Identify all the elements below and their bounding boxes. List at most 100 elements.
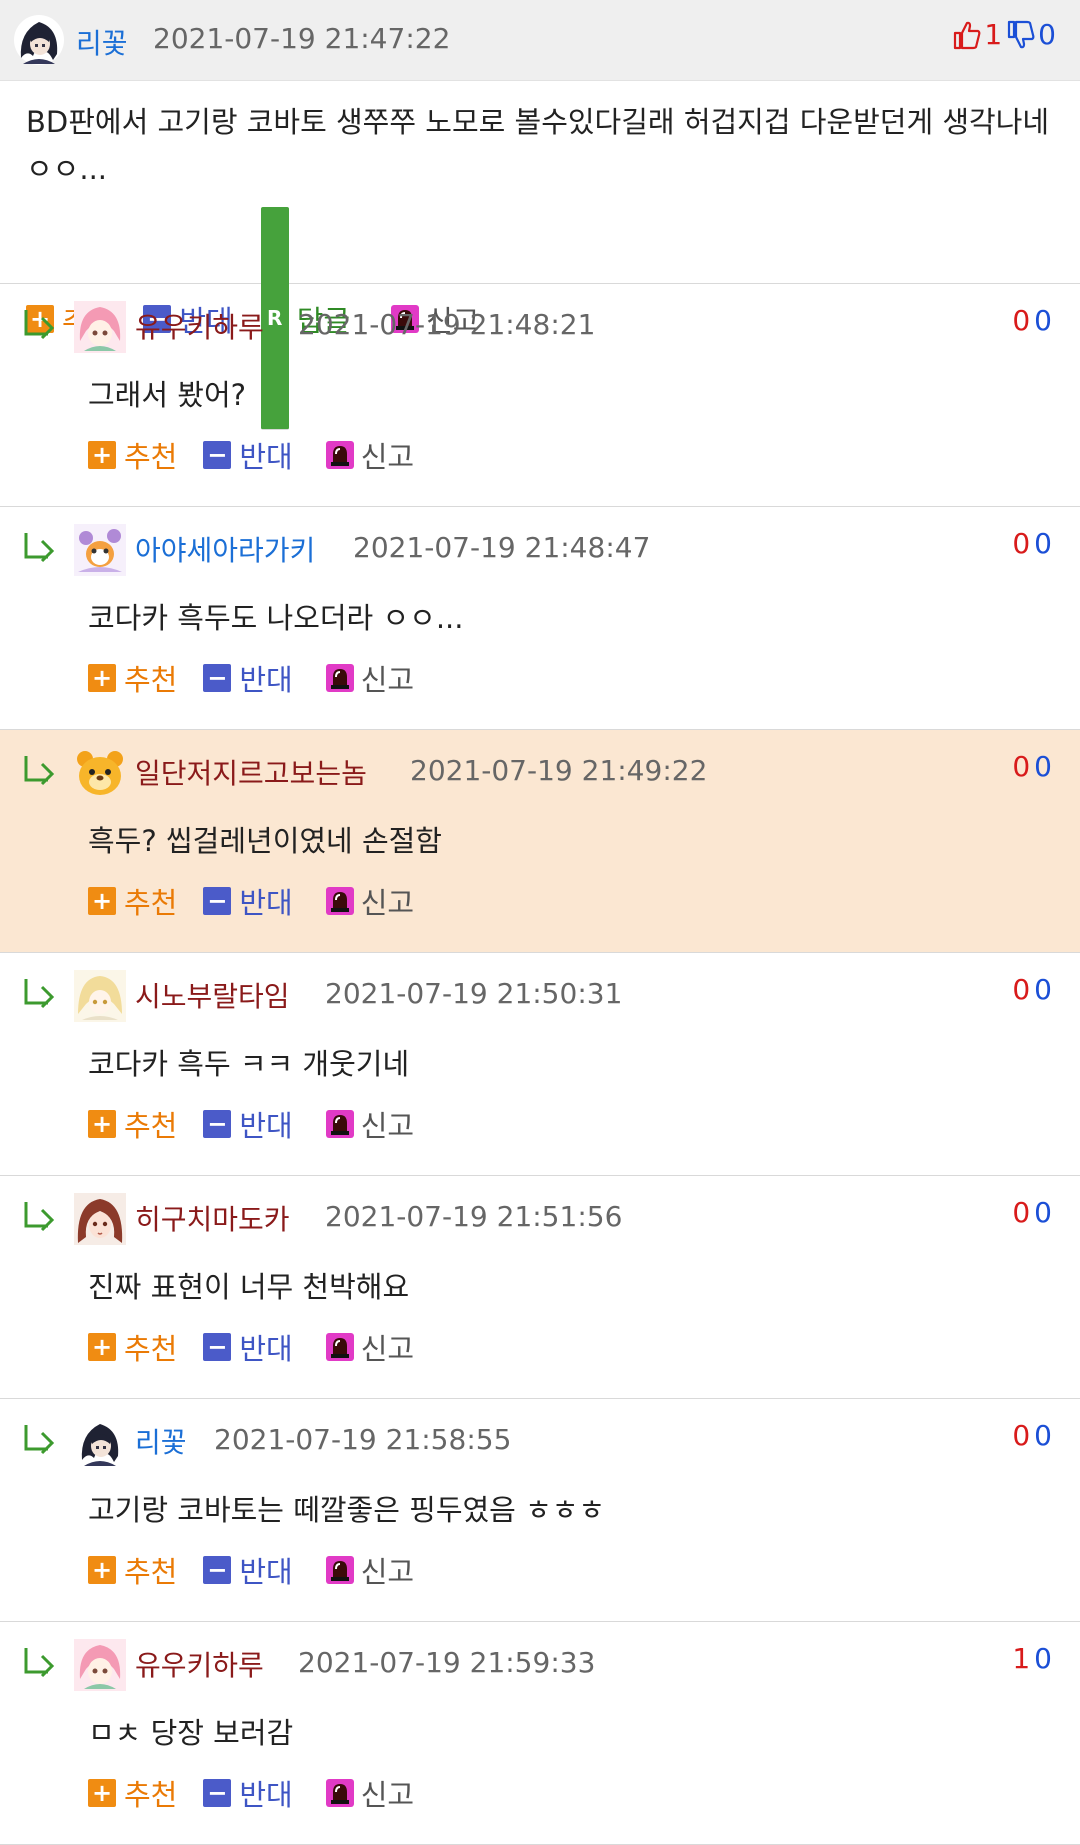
avatar-higuchi-madoka[interactable] — [74, 1193, 126, 1245]
reply-item: 아야세아라가키 2021-07-19 21:48:47 00 코다카 흑두도 나… — [0, 507, 1080, 730]
avatar-riggot[interactable] — [74, 1416, 126, 1468]
reply-nick[interactable]: 유우키하루 — [135, 306, 264, 346]
reply-text: 코다카 흑두도 나오더라 ㅇㅇ... — [88, 601, 464, 635]
siren-icon — [325, 1779, 354, 1807]
minus-icon: − — [203, 441, 232, 469]
reply-down-count: 0 — [1034, 304, 1056, 337]
reply-date: 2021-07-19 21:50:31 — [325, 977, 623, 1010]
reply-arrow-icon — [24, 1425, 55, 1455]
main-comment-actions: + 추천 − 반대 R 답글 — [0, 193, 1080, 430]
reply-actions: + 추천 − 반대 신고 — [88, 657, 440, 699]
main-down-count: 0 — [1038, 18, 1056, 51]
recommend-button[interactable]: + 추천 — [88, 880, 177, 922]
oppose-button[interactable]: − 반대 — [203, 1326, 293, 1368]
reply-text: 코다카 흑두 ㅋㅋ 개웃기네 — [88, 1047, 410, 1081]
reply-actions: + 추천 − 반대 신고 — [88, 434, 440, 476]
plus-icon: + — [88, 1110, 116, 1138]
reply-score: 10 — [1012, 1642, 1056, 1675]
report-button[interactable]: 신고 — [325, 1103, 414, 1145]
report-button[interactable]: 신고 — [325, 657, 414, 699]
oppose-button[interactable]: − 반대 — [203, 434, 293, 476]
oppose-button[interactable]: − 반대 — [203, 1549, 293, 1591]
oppose-button[interactable]: − 반대 — [203, 657, 293, 699]
reply-text: 진짜 표현이 너무 천박해요 — [88, 1270, 410, 1304]
reply-actions: + 추천 − 반대 신고 — [88, 880, 440, 922]
avatar-yuuki-haru[interactable] — [74, 1639, 126, 1691]
reply-down-count: 0 — [1034, 750, 1056, 783]
main-comment: 리꽃 2021-07-19 21:47:22 1 0 BD판에서 고기랑 코바토… — [0, 0, 1080, 430]
reply-nick[interactable]: 시노부랄타임 — [135, 975, 290, 1015]
reply-date: 2021-07-19 21:49:22 — [410, 754, 708, 787]
avatar-bear[interactable] — [74, 747, 126, 799]
reply-item: 시노부랄타임 2021-07-19 21:50:31 00 코다카 흑두 ㅋㅋ … — [0, 953, 1080, 1176]
reply-text: 고기랑 코바토는 떼깔좋은 핑두였음 ㅎㅎㅎ — [88, 1493, 606, 1527]
reply-score: 00 — [1012, 1419, 1056, 1452]
reply-date: 2021-07-19 21:59:33 — [298, 1646, 596, 1679]
reply-up-count: 0 — [1012, 750, 1035, 783]
reply-score: 00 — [1012, 750, 1056, 783]
plus-icon: + — [88, 1333, 116, 1361]
report-button[interactable]: 신고 — [325, 880, 414, 922]
oppose-button[interactable]: − 반대 — [203, 880, 293, 922]
reply-date: 2021-07-19 21:58:55 — [214, 1423, 512, 1456]
report-button[interactable]: 신고 — [325, 1326, 414, 1368]
minus-icon: − — [203, 1779, 232, 1807]
thumbs-down-icon[interactable] — [1006, 19, 1036, 51]
recommend-button[interactable]: + 추천 — [88, 1772, 177, 1814]
minus-icon: − — [203, 664, 232, 692]
reply-actions: + 추천 − 반대 신고 — [88, 1772, 440, 1814]
siren-icon — [325, 441, 354, 469]
report-button[interactable]: 신고 — [325, 1549, 414, 1591]
avatar-yuuki-haru[interactable] — [74, 301, 126, 353]
reply-actions: + 추천 − 반대 신고 — [88, 1103, 440, 1145]
siren-icon — [325, 1556, 354, 1584]
main-comment-nick[interactable]: 리꽃 — [76, 22, 128, 62]
siren-icon — [325, 887, 354, 915]
recommend-button[interactable]: + 추천 — [88, 657, 177, 699]
oppose-button[interactable]: − 반대 — [203, 1103, 293, 1145]
report-button[interactable]: 신고 — [325, 1772, 414, 1814]
plus-icon: + — [88, 441, 116, 469]
reply-score: 00 — [1012, 1196, 1056, 1229]
recommend-button[interactable]: + 추천 — [88, 1549, 177, 1591]
reply-nick[interactable]: 일단저지르고보는놈 — [135, 752, 367, 792]
reply-up-count: 0 — [1012, 527, 1035, 560]
recommend-button[interactable]: + 추천 — [88, 434, 177, 476]
main-comment-date: 2021-07-19 21:47:22 — [153, 22, 451, 55]
reply-nick[interactable]: 아야세아라가키 — [135, 529, 315, 569]
main-comment-votes: 1 0 — [952, 18, 1056, 51]
thumbs-up-icon[interactable] — [952, 19, 982, 51]
reply-score: 00 — [1012, 973, 1056, 1006]
reply-up-count: 0 — [1012, 973, 1035, 1006]
avatar-riggot[interactable] — [13, 14, 65, 66]
reply-date: 2021-07-19 21:51:56 — [325, 1200, 623, 1233]
reply-item: 유우키하루 2021-07-19 21:48:21 00 그래서 봤어? + 추… — [0, 284, 1080, 507]
recommend-button[interactable]: + 추천 — [88, 1103, 177, 1145]
oppose-button[interactable]: − 반대 — [203, 1772, 293, 1814]
reply-nick[interactable]: 유우키하루 — [135, 1644, 264, 1684]
reply-item: 리꽃 2021-07-19 21:58:55 00 고기랑 코바토는 떼깔좋은 … — [0, 1399, 1080, 1622]
minus-icon: − — [203, 1333, 232, 1361]
reply-arrow-icon — [24, 310, 55, 340]
report-button[interactable]: 신고 — [325, 434, 414, 476]
reply-nick[interactable]: 리꽃 — [135, 1421, 187, 1461]
plus-icon: + — [88, 664, 116, 692]
reply-down-count: 0 — [1034, 527, 1056, 560]
comment-thread: 리꽃 2021-07-19 21:47:22 1 0 BD판에서 고기랑 코바토… — [0, 0, 1080, 1845]
reply-up-count: 0 — [1012, 304, 1035, 337]
reply-date: 2021-07-19 21:48:47 — [353, 531, 651, 564]
reply-arrow-icon — [24, 1202, 55, 1232]
reply-item: 유우키하루 2021-07-19 21:59:33 10 ㅁㅊ 당장 보러감 +… — [0, 1622, 1080, 1845]
reply-score: 00 — [1012, 304, 1056, 337]
reply-down-count: 0 — [1034, 1642, 1056, 1675]
reply-arrow-icon — [24, 533, 55, 563]
minus-icon: − — [203, 1110, 232, 1138]
avatar-ayase-aragaki[interactable] — [74, 524, 126, 576]
reply-item: 히구치마도카 2021-07-19 21:51:56 00 진짜 표현이 너무 … — [0, 1176, 1080, 1399]
recommend-button[interactable]: + 추천 — [88, 1326, 177, 1368]
reply-up-count: 0 — [1012, 1419, 1035, 1452]
reply-nick[interactable]: 히구치마도카 — [135, 1198, 290, 1238]
avatar-shinobu[interactable] — [74, 970, 126, 1022]
plus-icon: + — [88, 1556, 116, 1584]
reply-date: 2021-07-19 21:48:21 — [298, 308, 596, 341]
